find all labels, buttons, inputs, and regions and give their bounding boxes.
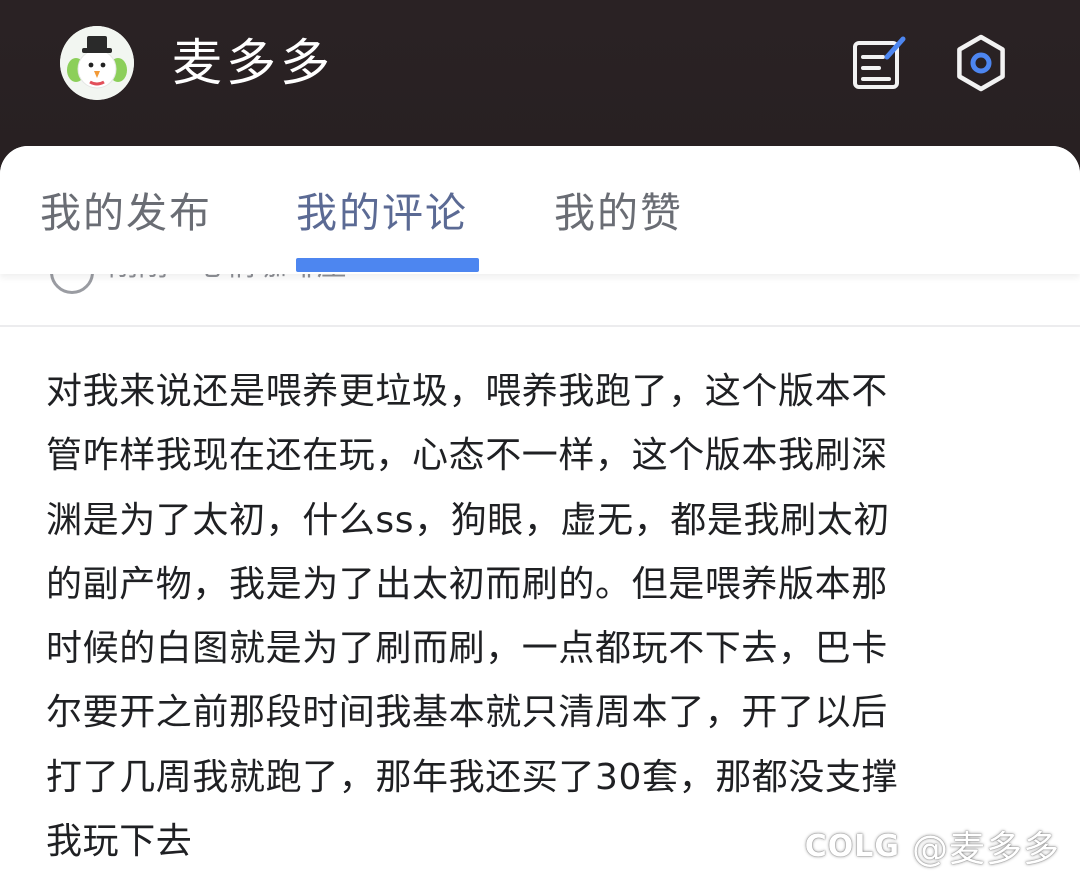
app-title: 麦多多 [172,34,334,92]
clock-icon [50,274,94,294]
comment-line: 尔要开之前那段时间我基本就只清周本了，开了以后 [46,692,888,734]
previous-item-meta: 刚刚 · 心情咖啡屋 [108,274,347,288]
watermark: COLG @麦多多 [805,820,1060,872]
comment-line: 打了几周我就跑了，那年我还买了30套，那都没支撑 [46,756,899,798]
app-screen: 麦多多 我的发布 我的评论 我的赞 刚刚 · 心情 [0,0,1080,894]
top-bar: 麦多多 [0,0,1080,150]
content-sheet: 我的发布 我的评论 我的赞 刚刚 · 心情咖啡屋 对我来说还是喂养更垃圾，喂养我… [0,146,1080,894]
tab-my-posts[interactable]: 我的发布 [40,184,212,242]
comment-text[interactable]: 对我来说还是喂养更垃圾，喂养我跑了，这个版本不 管咋样我现在还在玩，心态不一样，… [46,360,1046,874]
tab-bar: 我的发布 我的评论 我的赞 [0,146,1080,274]
comment-line: 的副产物，我是为了出太初而刷的。但是喂养版本那 [46,563,888,605]
comment-line: 渊是为了太初，什么ss，狗眼，虚无，都是我刷太初 [46,499,890,541]
edit-note-icon[interactable] [848,32,910,94]
comment-line: 对我来说还是喂养更垃圾，喂养我跑了，这个版本不 [46,371,888,412]
previous-list-item[interactable]: 刚刚 · 心情咖啡屋 [0,274,1080,326]
active-tab-indicator [296,258,479,272]
comment-line: 管咋样我现在还在玩，心态不一样，这个版本我刷深 [46,435,888,477]
watermark-logo: COLG [804,828,900,864]
tab-my-comments[interactable]: 我的评论 [296,184,468,242]
watermark-handle: @麦多多 [911,829,1060,870]
comment-line: 时候的白图就是为了刷而刷，一点都玩不下去，巴卡 [46,628,888,670]
tab-my-likes[interactable]: 我的赞 [554,184,683,242]
gear-icon[interactable] [950,32,1012,94]
snowman-avatar-icon[interactable] [60,26,134,100]
